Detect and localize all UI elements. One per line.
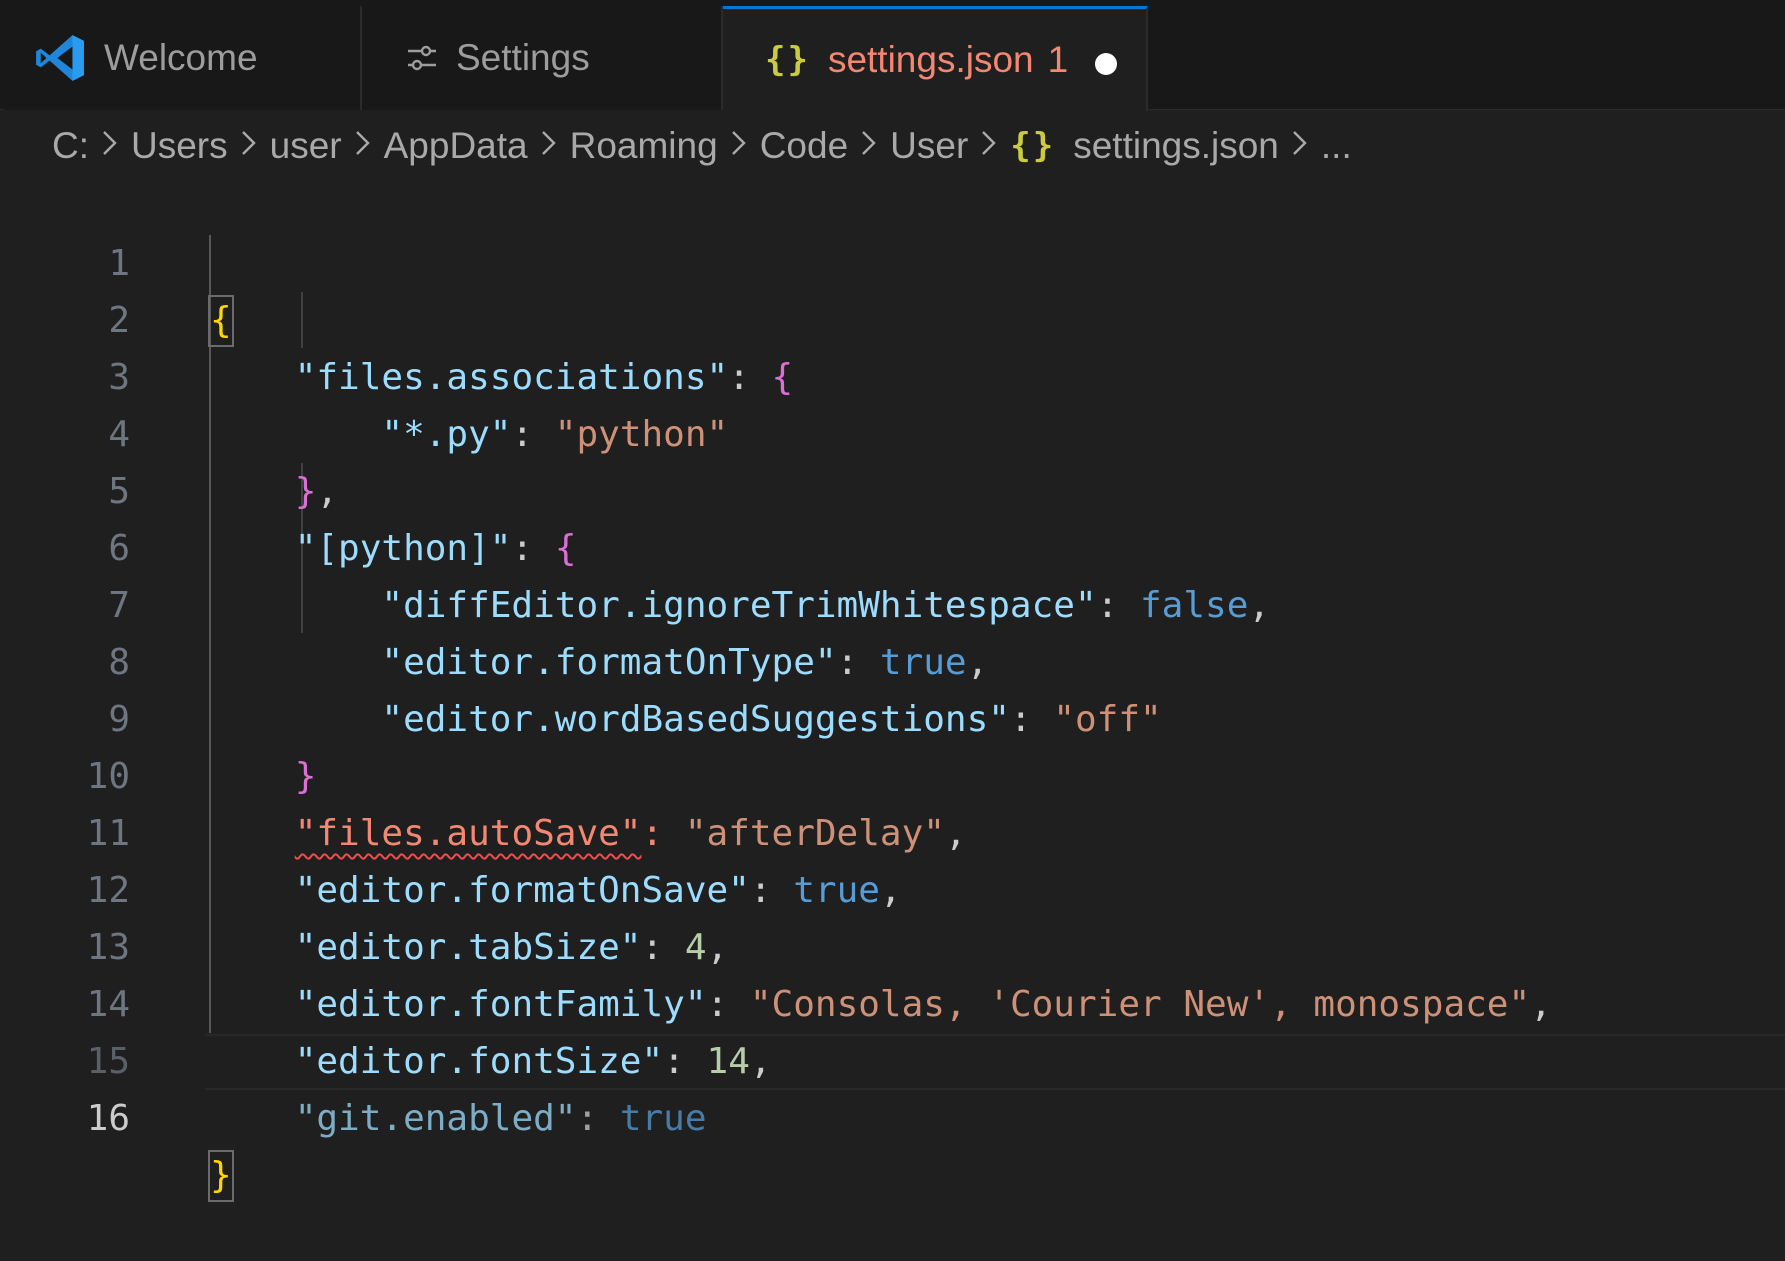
chevron-right-icon [539,125,559,167]
code-line[interactable]: 16 } [0,1033,1785,1202]
code-line[interactable]: 3 "*.py": "python" [0,292,1785,455]
chevron-right-icon [239,125,259,167]
breadcrumb-item-drive[interactable]: C: [52,125,89,167]
breadcrumb-more[interactable]: ... [1321,125,1352,167]
code-line[interactable]: 13 "editor.fontFamily": "Consolas, 'Cour… [0,862,1785,1025]
breadcrumb-item-user[interactable]: user [270,125,342,167]
tab-bar: Welcome Settings {} settings.json 1 [0,0,1785,111]
code-line[interactable]: 7 "editor.formatOnType": true, [0,520,1785,683]
json-key: "git.enabled" [294,1098,577,1139]
line-content: "git.enabled": true [294,1098,707,1139]
tab-settings[interactable]: Settings [362,6,723,110]
chevron-right-icon [859,125,879,167]
json-braces-icon: {} [1010,126,1056,166]
tab-settings-json[interactable]: {} settings.json 1 [723,6,1148,111]
breadcrumb-item-users[interactable]: Users [131,125,228,167]
json-braces-icon: {} [765,40,810,80]
chevron-right-icon [100,125,120,167]
settings-sliders-icon [406,42,438,74]
code-line[interactable]: 9 } [0,634,1785,797]
code-line[interactable]: 5 "[python]": { [0,406,1785,569]
breadcrumb-item-code[interactable]: Code [760,125,848,167]
code-line[interactable]: 15 "git.enabled": true [0,976,1785,1139]
json-boolean-value: true [619,1098,707,1139]
code-line[interactable]: 6 "diffEditor.ignoreTrimWhitespace": fal… [0,463,1785,626]
breadcrumb-item-user-folder[interactable]: User [890,125,968,167]
code-line[interactable]: 14 "editor.fontSize": 14, [0,919,1785,1082]
breadcrumb-item-file[interactable]: settings.json [1073,125,1279,167]
breadcrumb-item-appdata[interactable]: AppData [384,125,528,167]
code-line[interactable]: 12 "editor.tabSize": 4, [0,805,1785,968]
line-number: 16 [86,1098,130,1139]
code-line[interactable]: 1 { [0,178,1785,347]
tab-label: settings.json [827,39,1034,80]
breadcrumb: C: Users user AppData Roaming Code User … [52,120,1352,172]
matched-bracket: } [208,1150,234,1202]
line-content: } [208,1147,234,1204]
chevron-right-icon [353,125,373,167]
code-line[interactable]: 11 "editor.formatOnSave": true, [0,748,1785,911]
unsaved-dot-icon[interactable] [1095,53,1117,75]
chevron-right-icon [979,125,999,167]
breadcrumb-item-roaming[interactable]: Roaming [570,125,718,167]
tab-label: Settings [456,37,590,78]
tab-label: Welcome [104,37,258,78]
code-line[interactable]: 8 "editor.wordBasedSuggestions": "off" [0,577,1785,740]
code-line[interactable]: 4 }, [0,349,1785,512]
code-editor[interactable]: 1 { 2 "files.associations": { 3 "*.py": … [0,178,1785,1202]
vscode-logo-icon [34,32,86,84]
problem-count-badge: 1 [1047,39,1069,80]
code-line[interactable]: 2 "files.associations": { [0,235,1785,398]
code-line[interactable]: 10 "files.autoSave": "afterDelay", [0,691,1785,854]
chevron-right-icon [729,125,749,167]
tab-welcome[interactable]: Welcome [4,6,362,110]
chevron-right-icon [1290,125,1310,167]
